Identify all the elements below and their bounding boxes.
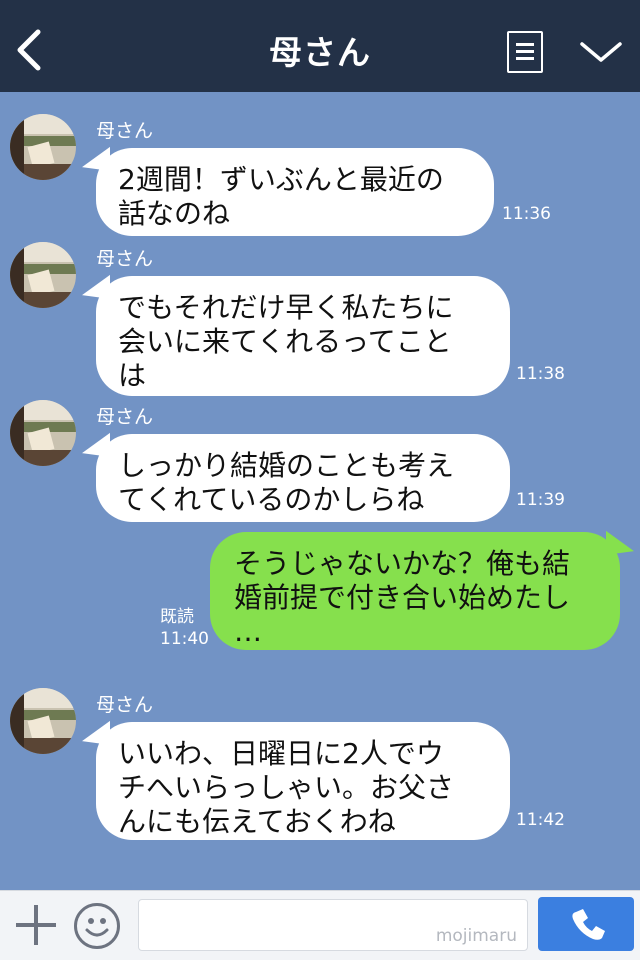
message-bubble-incoming[interactable]: 2週間！ずいぶんと最近の 話なのね [96,148,494,236]
read-status: 既読 [160,607,194,627]
watermark: mojimaru [435,926,517,946]
chat-header: 母さん [0,0,640,92]
message-text: しっかり結婚のことも考え [118,449,455,482]
message-time: 11:42 [516,810,565,830]
chat-title: 母さん [269,33,371,72]
message-text: チへいらっしゃい。お父さ [118,771,455,804]
avatar[interactable] [10,400,76,466]
avatar[interactable] [10,114,76,180]
menu-icon[interactable] [507,31,543,73]
message-text: いいわ、日曜日に2人でウ [118,737,444,770]
sender-name: 母さん [96,406,154,428]
message-text: 会いに来てくれるってこと [118,325,452,358]
message-text: は [118,359,147,392]
message-time: 11:36 [502,204,551,224]
message-time: 11:39 [516,490,565,510]
message-bubble-incoming[interactable]: しっかり結婚のことも考え てくれているのかしらね [96,434,510,522]
avatar[interactable] [10,242,76,308]
message-text: そうじゃないかな？俺も結 [234,547,571,580]
message-text: んにも伝えておくわね [118,805,396,838]
sender-name: 母さん [96,694,154,716]
message-time: 11:40 [160,629,209,649]
call-button[interactable] [538,897,634,951]
message-text: てくれているのかしらね [118,483,425,516]
message-time: 11:38 [516,364,565,384]
message-text: でもそれだけ早く私たちに [118,291,454,324]
message-bubble-incoming[interactable]: でもそれだけ早く私たちに 会いに来てくれるってこと は [96,276,510,396]
message-composer: mojimaru [0,890,640,960]
sender-name: 母さん [96,248,154,270]
message-text: … [234,615,262,648]
plus-icon[interactable] [16,905,56,945]
avatar[interactable] [10,688,76,754]
sender-name: 母さん [96,120,154,142]
message-text: 婚前提で付き合い始めたし [234,581,571,614]
chevron-down-icon[interactable] [578,38,624,66]
message-bubble-outgoing[interactable]: そうじゃないかな？俺も結 婚前提で付き合い始めたし … [210,532,620,650]
message-text: 2週間！ずいぶんと最近の [118,163,444,196]
emoji-icon[interactable] [74,903,120,949]
message-text: 話なのね [118,197,231,230]
phone-icon [572,909,605,940]
message-bubble-incoming[interactable]: いいわ、日曜日に2人でウ チへいらっしゃい。お父さ んにも伝えておくわね [96,722,510,840]
message-input[interactable]: mojimaru [138,899,528,951]
read-receipt: 既読 11:40 [160,606,209,650]
message-list: 母さん 2週間！ずいぶんと最近の 話なのね 11:36 母さん でもそれだけ早く… [0,92,640,890]
